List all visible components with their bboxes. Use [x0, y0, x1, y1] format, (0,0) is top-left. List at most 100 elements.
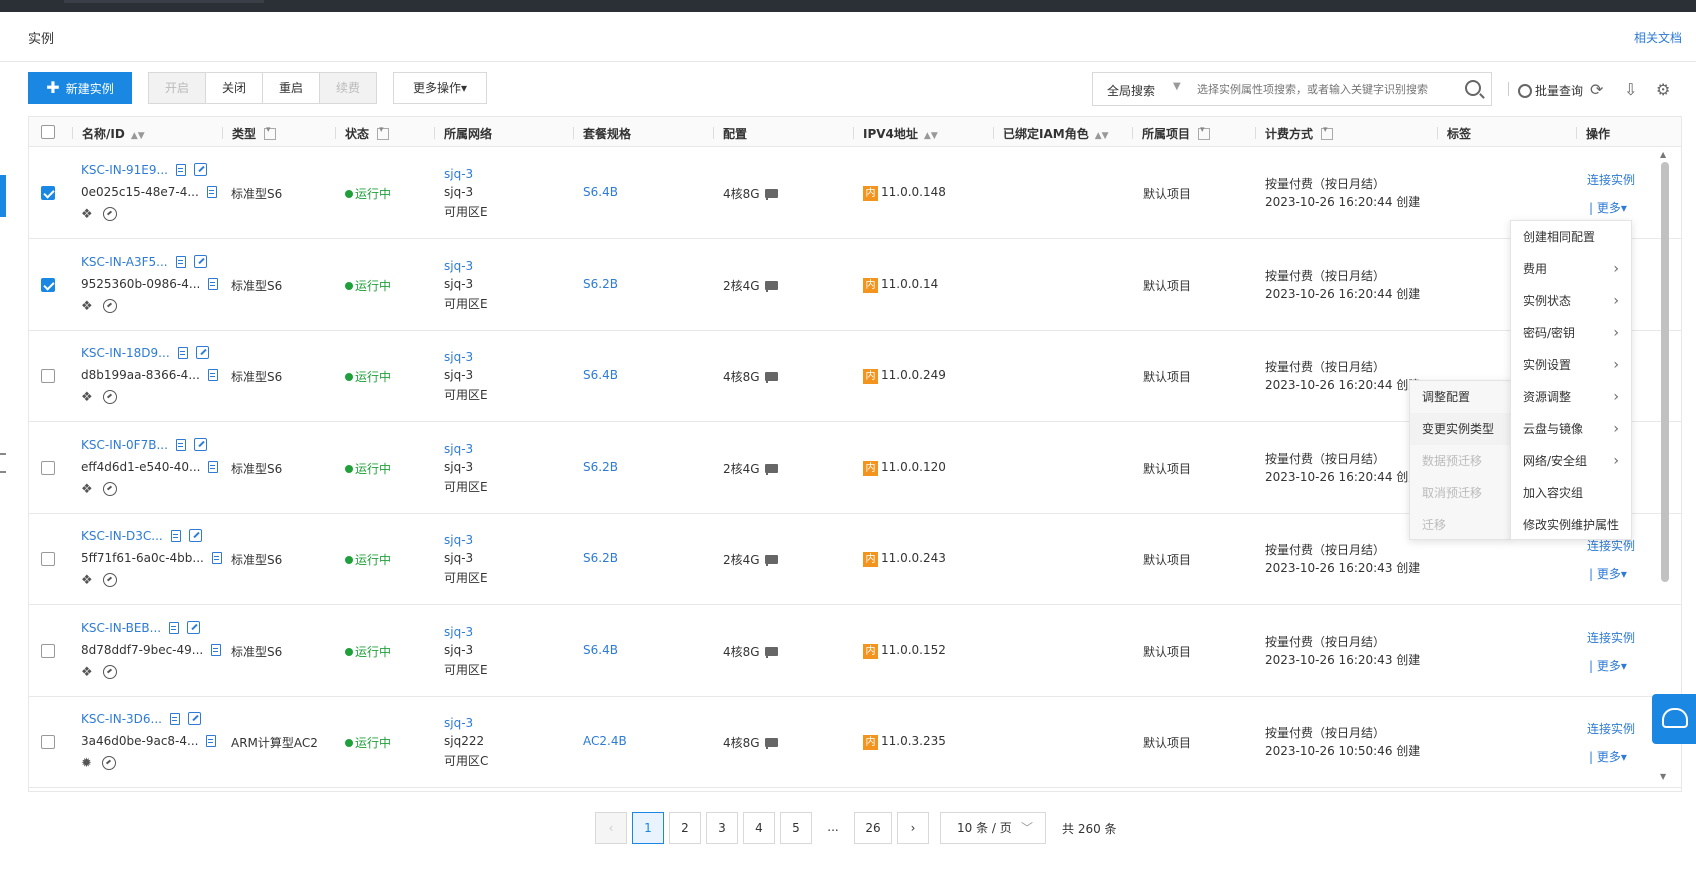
package-link[interactable]: AC2.4B	[583, 734, 627, 748]
instance-name-link[interactable]: KSC-IN-91E9...	[81, 163, 168, 177]
copy-icon[interactable]	[206, 735, 217, 747]
next-page-button[interactable]: ›	[897, 812, 929, 844]
search-icon[interactable]	[1465, 80, 1481, 96]
row-more-link[interactable]: | 更多▾	[1589, 565, 1627, 582]
page-size-select[interactable]: 10 条 / 页 ﹀	[940, 812, 1046, 844]
instance-name-link[interactable]: KSC-IN-D3C...	[81, 529, 163, 543]
filter-icon[interactable]	[1198, 125, 1211, 140]
monitor-icon[interactable]	[102, 573, 117, 587]
floating-help-button[interactable]	[1652, 694, 1696, 744]
menu-item[interactable]: 云盘与镜像 ›	[1511, 413, 1631, 445]
instance-name-link[interactable]: KSC-IN-3D6...	[81, 712, 162, 726]
vpc-link[interactable]: sjq-3	[444, 716, 473, 730]
sort-icon[interactable]: ▲▼	[924, 131, 938, 141]
instance-name-link[interactable]: KSC-IN-18D9...	[81, 346, 170, 360]
sidebar-collapse-handle[interactable]	[0, 453, 6, 473]
copy-icon[interactable]	[207, 369, 218, 381]
page-number-button[interactable]: 26	[854, 812, 892, 844]
vpc-link[interactable]: sjq-3	[444, 533, 473, 547]
connect-instance-link[interactable]: 连接实例	[1587, 171, 1635, 188]
copy-icon[interactable]	[175, 255, 186, 268]
copy-icon[interactable]	[170, 530, 181, 542]
copy-icon[interactable]	[211, 643, 222, 656]
row-checkbox[interactable]	[41, 277, 55, 292]
copy-icon[interactable]	[170, 713, 180, 725]
select-all-checkbox[interactable]	[41, 125, 55, 139]
search-scope-select[interactable]: 全局搜索	[1107, 82, 1155, 99]
copy-icon[interactable]	[175, 164, 186, 176]
scroll-down-arrow[interactable]: ▼	[1660, 772, 1666, 781]
menu-item[interactable]: 网络/安全组 ›	[1511, 445, 1631, 477]
copy-icon[interactable]	[211, 552, 222, 564]
col-ipv4[interactable]: IPV4地址 ▲▼	[853, 125, 938, 142]
filter-icon[interactable]	[377, 125, 390, 140]
submenu-item[interactable]: 变更实例类型	[1410, 413, 1510, 445]
edit-icon[interactable]	[193, 437, 207, 451]
row-more-link[interactable]: | 更多▾	[1589, 657, 1627, 674]
more-actions-button[interactable]: 更多操作▾	[393, 72, 487, 104]
monitor-icon[interactable]	[102, 298, 117, 313]
instance-name-link[interactable]: KSC-IN-0F7B...	[81, 438, 168, 452]
vpc-link[interactable]: sjq-3	[444, 625, 473, 639]
menu-item[interactable]: 密码/密钥 ›	[1511, 317, 1631, 349]
monitor-icon[interactable]	[102, 664, 117, 679]
edit-icon[interactable]	[188, 529, 202, 542]
sort-icon[interactable]: ▲▼	[1095, 131, 1109, 141]
col-iam[interactable]: 已绑定IAM角色 ▲▼	[993, 125, 1109, 142]
row-checkbox[interactable]	[41, 460, 55, 475]
filter-icon[interactable]	[264, 125, 277, 140]
filter-icon[interactable]	[1321, 125, 1334, 140]
row-checkbox[interactable]	[41, 186, 55, 200]
menu-item[interactable]: 资源调整 ›	[1511, 381, 1631, 413]
page-number-button[interactable]: 2	[669, 812, 701, 844]
edit-icon[interactable]	[195, 346, 209, 359]
start-button[interactable]: 开启	[148, 72, 206, 104]
col-type[interactable]: 类型	[222, 125, 277, 142]
instance-name-link[interactable]: KSC-IN-A3F5...	[81, 255, 168, 269]
download-icon[interactable]: ⇩	[1624, 80, 1637, 99]
col-status[interactable]: 状态	[335, 125, 390, 142]
copy-icon[interactable]	[208, 277, 219, 290]
row-more-link[interactable]: | 更多▾	[1589, 748, 1627, 765]
submenu-item[interactable]: 调整配置	[1410, 381, 1510, 413]
row-checkbox[interactable]	[41, 643, 55, 658]
scroll-up-arrow[interactable]: ▲	[1660, 150, 1666, 159]
col-project[interactable]: 所属项目	[1132, 125, 1211, 142]
chevron-down-icon[interactable]: ▼	[1173, 81, 1181, 92]
copy-icon[interactable]	[169, 621, 180, 634]
batch-query-button[interactable]: 批量查询	[1518, 82, 1583, 99]
connect-instance-link[interactable]: 连接实例	[1587, 629, 1635, 646]
menu-item[interactable]: 费用 ›	[1511, 253, 1631, 285]
package-link[interactable]: S6.2B	[583, 551, 618, 565]
row-checkbox[interactable]	[41, 552, 55, 566]
vpc-link[interactable]: sjq-3	[444, 167, 473, 181]
vpc-link[interactable]: sjq-3	[444, 259, 473, 273]
renew-button[interactable]: 续费	[319, 72, 377, 104]
connect-instance-link[interactable]: 连接实例	[1587, 720, 1635, 737]
gear-icon[interactable]: ⚙	[1656, 80, 1670, 99]
row-checkbox[interactable]	[41, 369, 55, 383]
vpc-link[interactable]: sjq-3	[444, 350, 473, 364]
page-number-button[interactable]: 3	[706, 812, 738, 844]
monitor-icon[interactable]	[102, 207, 117, 221]
package-link[interactable]: S6.4B	[583, 368, 618, 382]
copy-icon[interactable]	[177, 347, 188, 359]
col-billing[interactable]: 计费方式	[1255, 125, 1334, 142]
menu-item[interactable]: 实例状态 ›	[1511, 285, 1631, 317]
package-link[interactable]: S6.4B	[583, 185, 618, 199]
package-link[interactable]: S6.4B	[583, 643, 618, 657]
vertical-scrollbar[interactable]	[1661, 162, 1669, 582]
menu-item[interactable]: 修改实例维护属性	[1511, 509, 1631, 541]
refresh-icon[interactable]: ⟳	[1590, 80, 1603, 99]
edit-icon[interactable]	[188, 712, 201, 725]
col-name-id[interactable]: 名称/ID ▲▼	[72, 125, 145, 142]
menu-item[interactable]: 加入容灾组	[1511, 477, 1631, 509]
row-more-link[interactable]: | 更多▾	[1589, 199, 1627, 216]
package-link[interactable]: S6.2B	[583, 460, 618, 474]
page-number-button[interactable]: 5	[780, 812, 812, 844]
stop-button[interactable]: 关闭	[205, 72, 263, 104]
copy-icon[interactable]	[175, 438, 186, 451]
copy-icon[interactable]	[206, 186, 217, 198]
edit-icon[interactable]	[193, 254, 207, 268]
prev-page-button[interactable]: ‹	[595, 812, 627, 844]
